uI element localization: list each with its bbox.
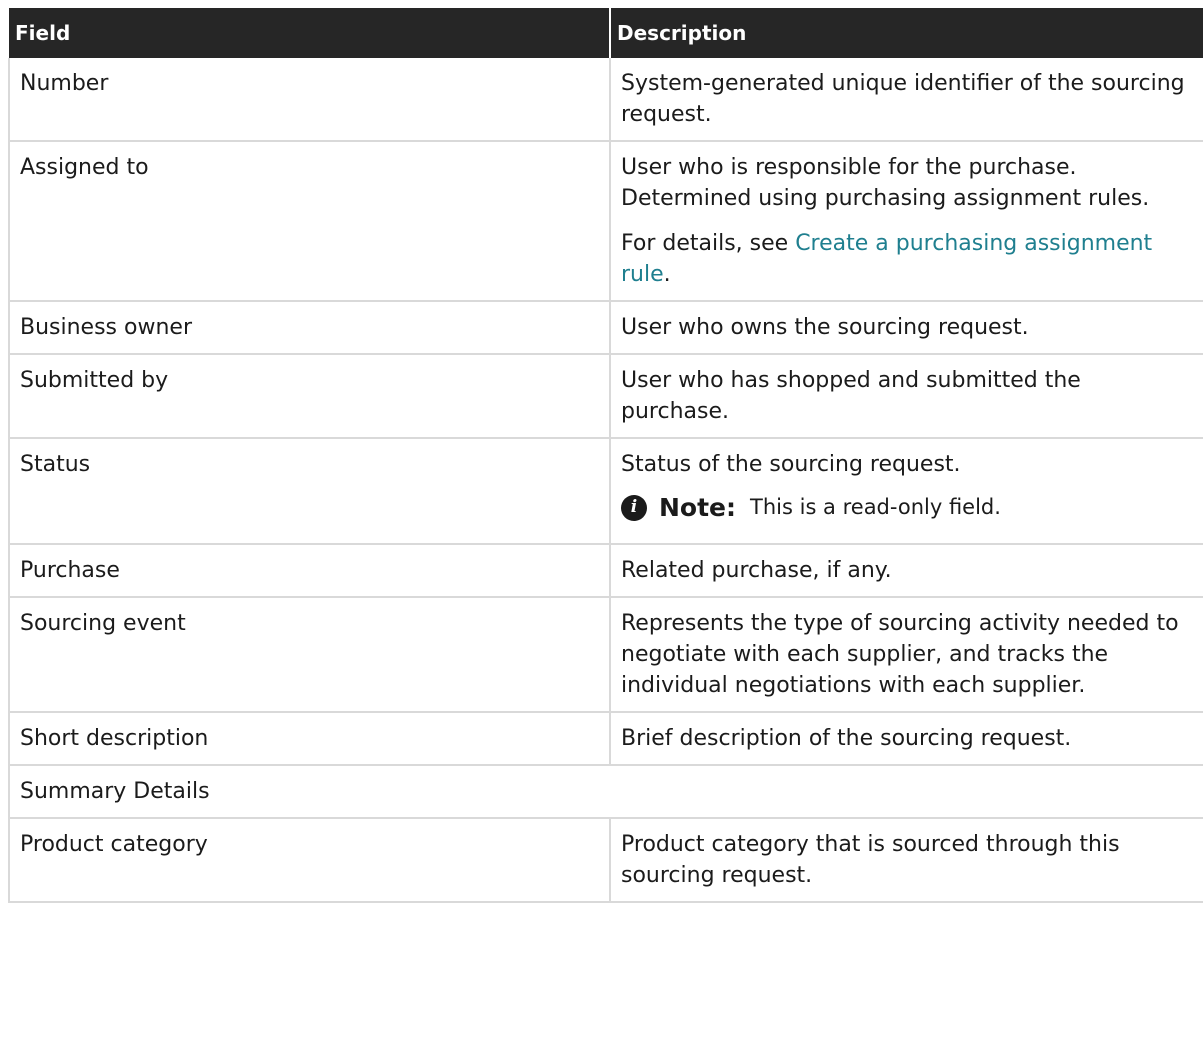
description-cell: User who has shopped and submitted the p… — [609, 354, 1203, 439]
description-cell: User who is responsible for the purchase… — [609, 141, 1203, 302]
info-icon: i — [621, 494, 647, 521]
details-paragraph: For details, see Create a purchasing ass… — [621, 228, 1189, 290]
details-prefix: For details, see — [621, 231, 796, 256]
field-cell: Short description — [8, 712, 610, 766]
description-cell: Product category that is sourced through… — [609, 818, 1203, 903]
description-text: Status of the sourcing request. — [621, 452, 961, 477]
field-cell: Product category — [8, 818, 610, 903]
table-header-row: Field Description — [9, 8, 1203, 58]
note-text: This is a read-only field. — [750, 495, 1001, 519]
section-row: Summary Details — [8, 765, 1203, 819]
description-text: User who is responsible for the purchase… — [621, 155, 1150, 211]
table-row: Purchase Related purchase, if any. — [8, 544, 1203, 598]
column-header-description: Description — [610, 8, 1203, 58]
details-suffix: . — [663, 262, 671, 287]
description-cell: Related purchase, if any. — [609, 544, 1203, 598]
description-cell: System-generated unique identifier of th… — [609, 58, 1203, 142]
section-title: Summary Details — [8, 765, 1203, 819]
field-cell: Status — [8, 438, 610, 545]
field-cell: Business owner — [8, 301, 610, 355]
table-row: Sourcing event Represents the type of so… — [8, 597, 1203, 713]
note-callout: i Note: This is a read-only field. — [621, 492, 1189, 533]
field-cell: Sourcing event — [8, 597, 610, 713]
table-row: Short description Brief description of t… — [8, 712, 1203, 766]
fields-table: Field Description Number System-generate… — [8, 8, 1203, 903]
field-cell: Submitted by — [8, 354, 610, 439]
table-row: Status Status of the sourcing request. i… — [8, 438, 1203, 545]
table-row: Number System-generated unique identifie… — [8, 58, 1203, 142]
column-header-field: Field — [9, 8, 611, 58]
field-cell: Purchase — [8, 544, 610, 598]
field-cell: Number — [8, 58, 610, 142]
description-cell: Represents the type of sourcing activity… — [609, 597, 1203, 713]
note-label: Note: — [659, 493, 737, 522]
table-row: Business owner User who owns the sourcin… — [8, 301, 1203, 355]
document-frame: Field Description Number System-generate… — [0, 0, 1203, 1039]
table-row: Product category Product category that i… — [8, 818, 1203, 903]
field-cell: Assigned to — [8, 141, 610, 302]
table-row: Assigned to User who is responsible for … — [8, 141, 1203, 302]
description-cell: Status of the sourcing request. i Note: … — [609, 438, 1203, 545]
description-cell: Brief description of the sourcing reques… — [609, 712, 1203, 766]
description-cell: User who owns the sourcing request. — [609, 301, 1203, 355]
table-row: Submitted by User who has shopped and su… — [8, 354, 1203, 439]
